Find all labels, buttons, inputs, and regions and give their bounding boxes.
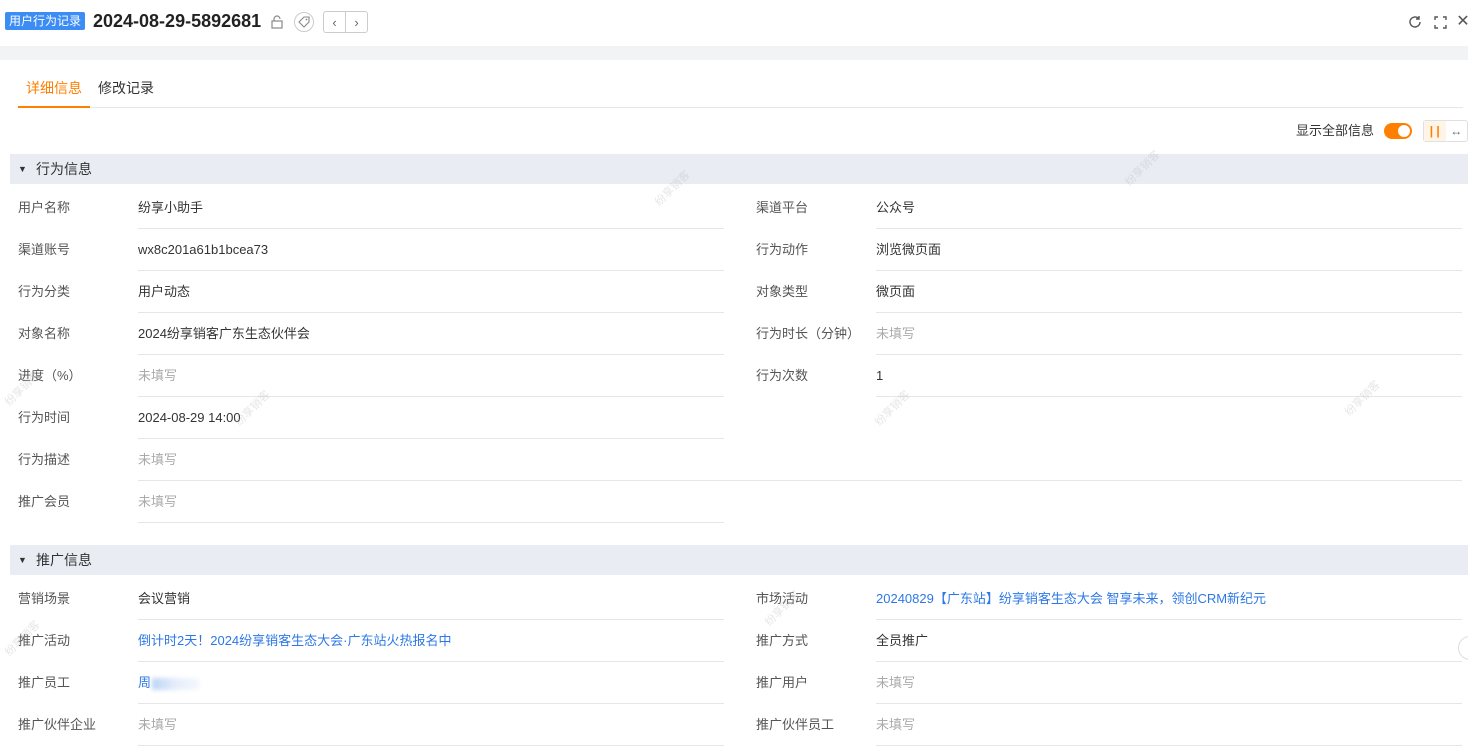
next-record-button[interactable]: › bbox=[345, 12, 367, 32]
field-label: 行为时长（分钟） bbox=[756, 326, 861, 341]
field-promotion-activity: 推广活动 倒计时2天！2024纷享销客生态大会·广东站火热报名中 bbox=[18, 620, 724, 662]
field-label: 行为描述 bbox=[18, 452, 71, 467]
field-label: 营销场景 bbox=[18, 591, 71, 606]
detail-tabs: 详细信息 修改记录 bbox=[18, 68, 1463, 108]
field-value: 1 bbox=[876, 355, 1462, 397]
field-value: 用户动态 bbox=[138, 271, 724, 313]
field-label: 推广员工 bbox=[18, 675, 71, 690]
field-label: 推广伙伴员工 bbox=[756, 717, 835, 732]
close-icon[interactable]: ✕ bbox=[1455, 12, 1468, 30]
field-behavior-category: 行为分类 用户动态 bbox=[18, 271, 724, 313]
layout-switch: | | ↔ bbox=[1423, 120, 1468, 142]
show-all-info-toggle[interactable] bbox=[1384, 123, 1412, 139]
field-marketing-scene: 营销场景 会议营销 bbox=[18, 578, 724, 620]
field-value: 未填写 bbox=[876, 313, 1462, 355]
prev-record-button[interactable]: ‹ bbox=[324, 12, 345, 32]
field-value: 未填写 bbox=[876, 704, 1462, 746]
full-width-layout-icon[interactable]: ↔ bbox=[1446, 121, 1468, 141]
field-value: 未填写 bbox=[138, 481, 724, 523]
collapse-caret-icon: ▼ bbox=[18, 164, 27, 174]
field-behavior-time: 行为时间 2024-08-29 14:00 bbox=[18, 397, 724, 439]
field-value: 微页面 bbox=[876, 271, 1462, 313]
market-campaign-link[interactable]: 20240829【广东站】纷享销客生态大会 智享未来，领创CRM新纪元 bbox=[876, 578, 1462, 620]
tab-details[interactable]: 详细信息 bbox=[18, 80, 90, 108]
field-label: 行为时间 bbox=[18, 410, 71, 425]
field-value: 未填写 bbox=[138, 355, 724, 397]
tag-icon[interactable] bbox=[294, 12, 314, 32]
field-promotion-user: 推广用户 未填写 bbox=[756, 662, 1462, 704]
record-title: 2024-08-29-5892681 bbox=[93, 11, 262, 31]
field-value: 未填写 bbox=[876, 662, 1462, 704]
section-title: 行为信息 bbox=[36, 161, 92, 177]
record-navigation: ‹ › bbox=[323, 11, 368, 33]
field-object-type: 对象类型 微页面 bbox=[756, 271, 1462, 313]
field-label: 行为动作 bbox=[756, 242, 809, 257]
field-label: 推广用户 bbox=[756, 675, 809, 690]
field-value: 会议营销 bbox=[138, 578, 724, 620]
field-label: 渠道平台 bbox=[756, 200, 809, 215]
employee-name-link[interactable]: 周 bbox=[138, 675, 151, 690]
promotion-employee-value[interactable]: 周 bbox=[138, 662, 724, 704]
field-promotion-method: 推广方式 全员推广 bbox=[756, 620, 1462, 662]
field-progress: 进度（%） 未填写 bbox=[18, 355, 724, 397]
field-label: 推广方式 bbox=[756, 633, 809, 648]
refresh-icon[interactable] bbox=[1406, 13, 1424, 31]
section-promotion-header[interactable]: ▼ 推广信息 bbox=[10, 545, 1468, 575]
field-value: 2024-08-29 14:00 bbox=[138, 397, 724, 439]
field-label: 对象名称 bbox=[18, 326, 71, 341]
field-label: 对象类型 bbox=[756, 284, 809, 299]
field-value: 纷享小助手 bbox=[138, 187, 724, 229]
field-object-name: 对象名称 2024纷享销客广东生态伙伴会 bbox=[18, 313, 724, 355]
field-promotion-employee: 推广员工 周 bbox=[18, 662, 724, 704]
field-label: 渠道账号 bbox=[18, 242, 71, 257]
redacted-text bbox=[152, 677, 201, 690]
field-label: 进度（%） bbox=[18, 368, 82, 383]
field-label: 行为分类 bbox=[18, 284, 71, 299]
field-label: 市场活动 bbox=[756, 591, 809, 606]
tab-change-history[interactable]: 修改记录 bbox=[98, 80, 154, 108]
field-channel-account: 渠道账号 wx8c201a61b1bcea73 bbox=[18, 229, 724, 271]
field-value: 全员推广 bbox=[876, 620, 1462, 662]
field-partner-employee: 推广伙伴员工 未填写 bbox=[756, 704, 1462, 746]
field-value: 2024纷享销客广东生态伙伴会 bbox=[138, 313, 724, 355]
field-market-campaign: 市场活动 20240829【广东站】纷享销客生态大会 智享未来，领创CRM新纪元 bbox=[756, 578, 1462, 620]
field-channel-platform: 渠道平台 公众号 bbox=[756, 187, 1462, 229]
field-user-name: 用户名称 纷享小助手 bbox=[18, 187, 724, 229]
field-label: 行为次数 bbox=[756, 368, 809, 383]
field-label: 推广伙伴企业 bbox=[18, 717, 97, 732]
show-all-info-label: 显示全部信息 bbox=[1296, 123, 1375, 138]
field-value: 浏览微页面 bbox=[876, 229, 1462, 271]
header-divider bbox=[0, 46, 1468, 60]
field-label: 推广会员 bbox=[18, 494, 71, 509]
field-behavior-duration: 行为时长（分钟） 未填写 bbox=[756, 313, 1462, 355]
field-value: 未填写 bbox=[138, 704, 724, 746]
collapse-caret-icon: ▼ bbox=[18, 555, 27, 565]
field-value: 公众号 bbox=[876, 187, 1462, 229]
section-title: 推广信息 bbox=[36, 552, 92, 568]
record-header: 用户行为记录 2024-08-29-5892681 ‹ › ✕ bbox=[0, 0, 1468, 46]
field-label: 推广活动 bbox=[18, 633, 71, 648]
section-behavior-header[interactable]: ▼ 行为信息 bbox=[10, 154, 1468, 184]
field-behavior-action: 行为动作 浏览微页面 bbox=[756, 229, 1462, 271]
object-type-badge: 用户行为记录 bbox=[5, 12, 86, 30]
field-promotion-member: 推广会员 未填写 bbox=[18, 481, 724, 523]
field-behavior-count: 行为次数 1 bbox=[756, 355, 1462, 397]
field-partner-company: 推广伙伴企业 未填写 bbox=[18, 704, 724, 746]
fullscreen-icon[interactable] bbox=[1431, 13, 1449, 31]
field-behavior-description: 行为描述 未填写 bbox=[18, 439, 1462, 481]
field-value: wx8c201a61b1bcea73 bbox=[138, 229, 724, 271]
field-value: 未填写 bbox=[138, 439, 1462, 481]
lock-icon[interactable] bbox=[268, 13, 286, 31]
two-column-layout-icon[interactable]: | | bbox=[1424, 121, 1446, 141]
promotion-activity-link[interactable]: 倒计时2天！2024纷享销客生态大会·广东站火热报名中 bbox=[138, 620, 724, 662]
field-label: 用户名称 bbox=[18, 200, 71, 215]
